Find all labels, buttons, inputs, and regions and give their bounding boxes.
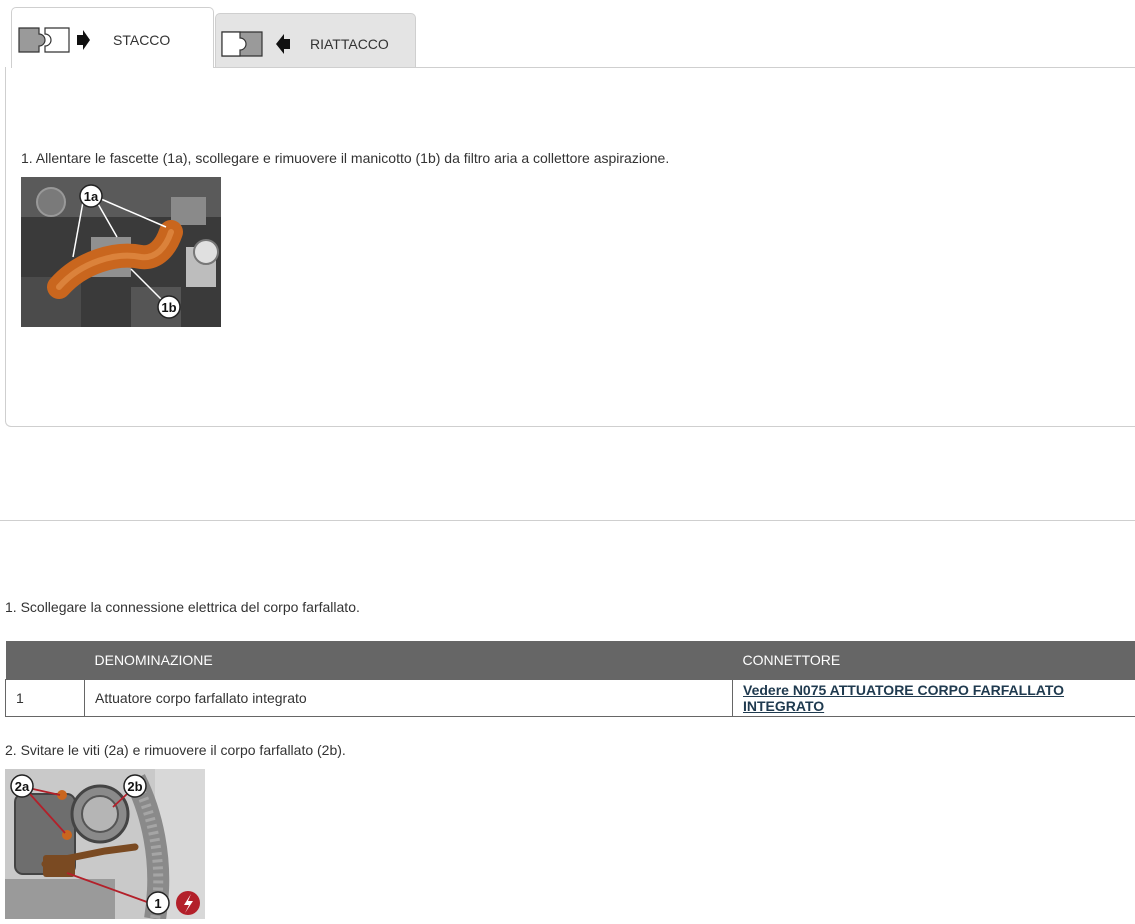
header-col-denominazione: DENOMINAZIONE <box>84 641 733 679</box>
connector-table: DENOMINAZIONE CONNETTORE 1 Attuatore cor… <box>5 641 1135 717</box>
section2-step1-text: 1. Scollegare la connessione elettrica d… <box>5 599 360 615</box>
callout-1b: 1b <box>161 300 176 315</box>
header-col-number <box>5 641 85 679</box>
tab-riattacco[interactable]: RIATTACCO <box>215 13 416 68</box>
cell-denominazione: Attuatore corpo farfallato integrato <box>84 678 733 717</box>
callout-1: 1 <box>154 896 161 911</box>
tab-stacco-label: STACCO <box>113 32 171 48</box>
hose-photo: 1a 1b <box>21 177 221 327</box>
callout-2a: 2a <box>15 779 30 794</box>
cell-number: 1 <box>5 678 85 717</box>
callout-2b: 2b <box>127 779 142 794</box>
throttle-body-photo: 2a 2b 1 <box>5 769 205 919</box>
tab-stacco[interactable]: STACCO <box>11 7 214 68</box>
cell-connettore: Vedere N075 ATTUATORE CORPO FARFALLATO I… <box>732 678 1135 717</box>
section-divider <box>0 520 1135 521</box>
section2-step2-text: 2. Svitare le viti (2a) e rimuovere il c… <box>5 742 346 758</box>
reconnect-icon <box>220 29 294 64</box>
section1-step1-text: 1. Allentare le fascette (1a), scollegar… <box>21 150 670 166</box>
tab-riattacco-label: RIATTACCO <box>310 36 389 52</box>
callout-1a: 1a <box>84 189 99 204</box>
header-col-connettore: CONNETTORE <box>732 641 1135 679</box>
table-row: 1 Attuatore corpo farfallato integrato V… <box>5 678 1135 717</box>
connector-link[interactable]: Vedere N075 ATTUATORE CORPO FARFALLATO I… <box>743 682 1064 714</box>
disconnect-icon <box>17 25 91 60</box>
table-header-row: DENOMINAZIONE CONNETTORE <box>5 641 1135 679</box>
